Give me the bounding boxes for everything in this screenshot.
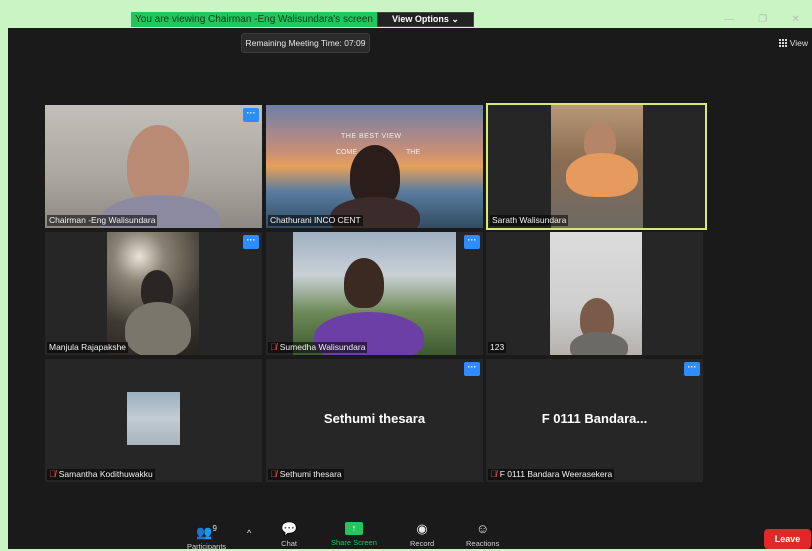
participant-body	[570, 332, 628, 355]
screen-share-banner: You are viewing Chairman -Eng Walisundar…	[131, 12, 377, 27]
participant-tile-bandara[interactable]: F 0111 Bandara... ··· 🎙̸ F 0111 Bandara …	[486, 359, 703, 482]
participant-name: Sarath Walisundara	[490, 215, 569, 226]
close-icon[interactable]: ✕	[791, 14, 799, 25]
participant-name: 🎙̸ Sumedha Walisundara	[268, 342, 368, 353]
participant-tile-chairman[interactable]: ··· Chairman -Eng Walisundara	[45, 105, 262, 228]
muted-mic-icon: 🎙̸	[49, 469, 56, 479]
participants-count: 9	[212, 524, 217, 533]
window-controls: — ❐ ✕	[712, 12, 812, 26]
participant-name: 🎙̸ Sethumi thesara	[268, 469, 344, 480]
participants-icon: 👥9	[196, 524, 217, 540]
chevron-down-icon: ⌄	[451, 14, 459, 24]
share-screen-button[interactable]: ↑ Share Screen	[331, 522, 377, 547]
more-options-button[interactable]: ···	[464, 362, 480, 376]
grid-view-icon	[778, 39, 787, 47]
participant-body	[125, 302, 191, 355]
participant-name: Chathurani INCO CENT	[268, 215, 363, 226]
view-button[interactable]: View	[778, 38, 808, 48]
chat-icon: 💬	[281, 521, 298, 536]
background-overlay-text: THE BEST VIEW	[341, 133, 402, 140]
record-icon: ◉	[416, 521, 428, 536]
leave-button[interactable]: Leave	[764, 529, 811, 549]
participant-display-name: Sethumi thesara	[323, 411, 426, 426]
background-overlay-text: COME	[336, 149, 357, 156]
minimize-icon[interactable]: —	[724, 14, 734, 25]
participant-display-name: F 0111 Bandara...	[541, 411, 648, 426]
muted-mic-icon: 🎙̸	[490, 469, 497, 479]
view-options-label: View Options	[392, 14, 449, 24]
participant-name: 🎙̸ F 0111 Bandara Weerasekera	[488, 469, 615, 480]
background-overlay-text: THE	[406, 149, 420, 156]
muted-mic-icon: 🎙̸	[270, 342, 277, 352]
participant-tile-chathurani[interactable]: THE BEST VIEW COME THE HA Chathurani INC…	[266, 105, 483, 228]
participant-tile-manjula[interactable]: ··· Manjula Rajapakshe	[45, 232, 262, 355]
participants-button[interactable]: 👥9 Participants	[187, 522, 226, 551]
participant-tile-123[interactable]: 123	[486, 232, 703, 355]
participant-face	[127, 125, 189, 205]
caret-up-icon: ^	[247, 528, 252, 538]
record-label: Record	[410, 539, 435, 548]
record-button[interactable]: ◉ Record	[410, 521, 435, 549]
restore-icon[interactable]: ❐	[758, 14, 767, 25]
reactions-icon: ☺	[476, 521, 490, 536]
view-options-button[interactable]: View Options ⌄	[377, 12, 474, 27]
participants-label: Participants	[187, 542, 227, 551]
participant-body	[566, 153, 638, 197]
muted-mic-icon: 🎙̸	[270, 469, 277, 479]
more-options-button[interactable]: ···	[243, 235, 259, 249]
participants-options-caret[interactable]: ^	[247, 526, 251, 540]
profile-picture	[127, 392, 180, 445]
participant-name: 🎙̸ Samantha Kodithuwakku	[47, 469, 155, 480]
participant-tile-sumedha[interactable]: ··· 🎙̸ Sumedha Walisundara	[266, 232, 483, 355]
participant-name: 123	[488, 342, 507, 353]
participant-face	[344, 258, 384, 308]
remaining-time-indicator: Remaining Meeting Time: 07:09	[241, 33, 370, 53]
chat-label: Chat	[281, 539, 298, 548]
share-screen-label: Share Screen	[331, 538, 377, 547]
more-options-button[interactable]: ···	[243, 108, 259, 122]
participant-name: Manjula Rajapakshe	[47, 342, 129, 353]
reactions-button[interactable]: ☺ Reactions	[466, 521, 500, 549]
more-options-button[interactable]: ···	[464, 235, 480, 249]
reactions-label: Reactions	[466, 539, 500, 548]
chat-button[interactable]: 💬 Chat	[281, 521, 298, 549]
participant-name: Chairman -Eng Walisundara	[47, 215, 158, 226]
participant-tile-sethumi[interactable]: Sethumi thesara ··· 🎙̸ Sethumi thesara	[266, 359, 483, 482]
share-screen-icon: ↑	[344, 522, 363, 535]
more-options-button[interactable]: ···	[684, 362, 700, 376]
meeting-toolbar: 👥9 Participants ^ 💬 Chat ↑ Share Screen …	[0, 518, 812, 551]
participant-tile-sarath[interactable]: Sarath Walisundara	[486, 103, 707, 230]
view-label: View	[789, 38, 808, 48]
participant-tile-samantha[interactable]: 🎙̸ Samantha Kodithuwakku	[45, 359, 262, 482]
